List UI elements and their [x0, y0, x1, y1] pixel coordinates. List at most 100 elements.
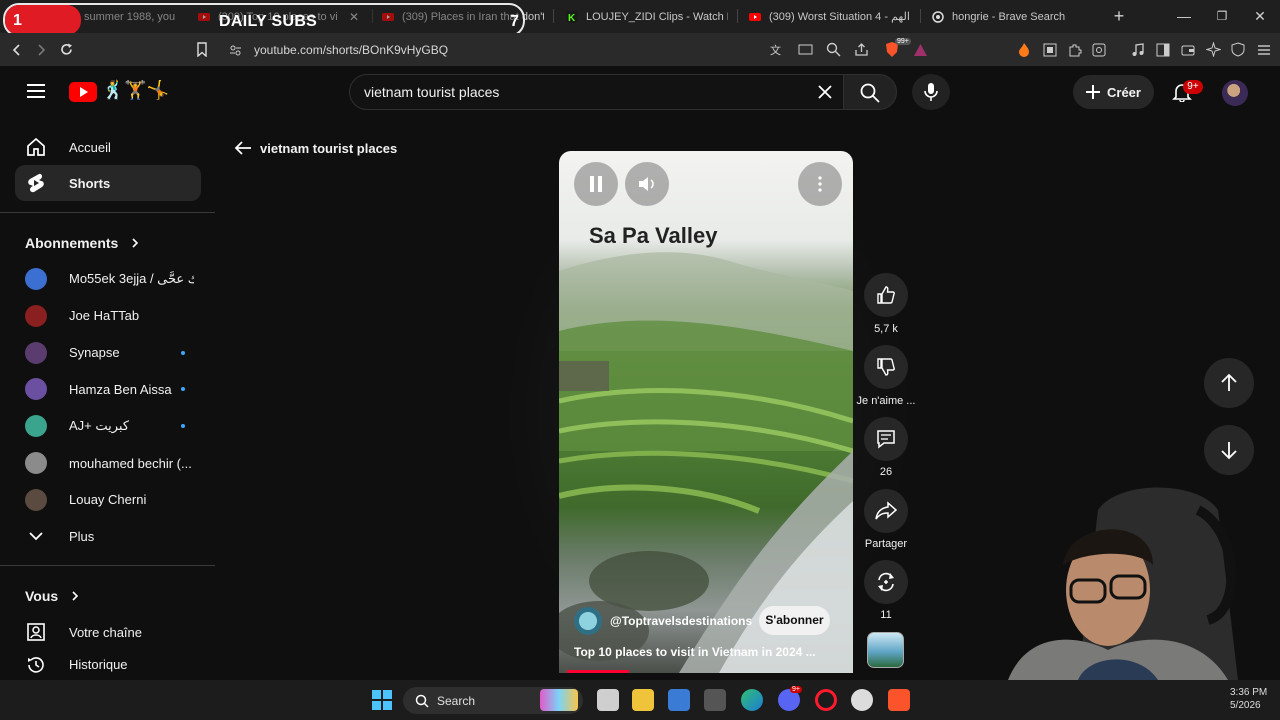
subscribe-button[interactable]: S'abonner — [759, 606, 830, 635]
site-settings-icon[interactable] — [229, 44, 242, 57]
next-short-button[interactable] — [1204, 425, 1254, 475]
app-icon[interactable] — [704, 689, 726, 711]
browser-tab[interactable]: (309) Worst Situation 4 - الهم — [749, 4, 911, 29]
task-view-icon[interactable] — [597, 689, 619, 711]
brave-browser-icon[interactable] — [888, 689, 910, 711]
create-button[interactable]: Créer — [1073, 75, 1154, 109]
previous-short-button[interactable] — [1204, 358, 1254, 408]
pause-button[interactable] — [574, 162, 618, 206]
sidebar-item-home[interactable]: Accueil — [15, 129, 201, 165]
opera-gx-icon[interactable] — [815, 689, 837, 711]
sidebar-item-label: Accueil — [69, 139, 111, 155]
clear-search-icon[interactable] — [817, 84, 833, 100]
browser-tab[interactable]: K LOUJEY_ZIDI Clips - Watch Live — [566, 4, 728, 29]
subscription-name: Joe HaTTab — [69, 308, 140, 324]
youtube-logo-icon[interactable] — [69, 82, 97, 102]
search-input[interactable]: vietnam tourist places — [364, 84, 499, 100]
microsoft-store-icon[interactable] — [668, 689, 690, 711]
channel-info[interactable]: @Toptravelsdestinations — [574, 607, 752, 635]
windows-start-icon[interactable] — [372, 690, 392, 710]
voice-search-button[interactable] — [912, 74, 950, 110]
browser-tab[interactable]: hongrie - Brave Search — [932, 4, 1092, 29]
edge-icon[interactable] — [741, 689, 763, 711]
channel-handle[interactable]: @Toptravelsdestinations — [610, 614, 752, 628]
sidebar-subscription-item[interactable]: Hamza Ben Aissa — [15, 371, 201, 407]
url-text[interactable]: youtube.com/shorts/BOnK9vHyGBQ — [254, 43, 448, 57]
sound-thumbnail[interactable] — [867, 632, 904, 668]
bookmark-icon[interactable] — [196, 42, 208, 57]
leo-ai-icon[interactable] — [1206, 42, 1221, 57]
subscriptions-heading[interactable]: Abonnements — [25, 235, 140, 251]
volume-button[interactable] — [625, 162, 669, 206]
sidebar-subscription-item[interactable]: mouhamed bechir (... — [15, 445, 201, 481]
chevron-right-icon — [132, 238, 139, 248]
sidebar-subscription-item[interactable]: Synapse — [15, 335, 201, 371]
tab-title: hongrie - Brave Search — [952, 10, 1066, 23]
account-avatar[interactable] — [1222, 80, 1248, 106]
sidebar-subscription-item[interactable]: Mo55ek 3ejja / مسيك عحَّى — [15, 261, 201, 297]
back-arrow-icon[interactable] — [10, 43, 24, 57]
sidebar-item-label: Plus — [69, 528, 95, 544]
channel-avatar — [25, 378, 47, 401]
minimize-button[interactable]: — — [1174, 6, 1194, 26]
screenshot-icon[interactable] — [1092, 43, 1106, 57]
hamburger-menu-icon[interactable] — [26, 83, 46, 99]
close-window-button[interactable]: ✕ — [1250, 6, 1270, 26]
sidebar-item-more[interactable]: Plus — [15, 518, 201, 554]
sidebar-subscription-item[interactable]: AJ+ كبريت — [15, 408, 201, 444]
zoom-icon[interactable] — [826, 42, 841, 57]
cast-icon[interactable] — [798, 43, 813, 57]
obs-icon[interactable] — [851, 689, 873, 711]
more-vertical-icon — [818, 176, 822, 192]
video-overlay-title: Sa Pa Valley — [589, 223, 718, 248]
new-content-dot — [181, 424, 185, 429]
system-clock[interactable]: 3:36 PM 5/2026 — [1230, 686, 1267, 712]
tab-divider — [920, 9, 921, 23]
maximize-button[interactable]: ❐ — [1212, 6, 1232, 26]
sidebar-subscription-item[interactable]: Louay Cherni — [15, 482, 201, 518]
translate-icon[interactable]: 文 — [770, 43, 784, 57]
search-icon — [415, 694, 429, 708]
comment-icon — [877, 430, 895, 449]
reload-icon[interactable] — [59, 42, 74, 57]
sidebar-subscription-item[interactable]: Joe HaTTab — [15, 298, 201, 334]
like-button[interactable] — [864, 273, 908, 317]
extension-fire-icon[interactable] — [1017, 42, 1031, 57]
taskbar-search-label: Search — [437, 693, 476, 708]
sidebar-item-your-channel[interactable]: Votre chaîne — [15, 614, 201, 650]
dislike-button[interactable] — [864, 345, 908, 389]
new-tab-button[interactable]: + — [1109, 6, 1129, 26]
more-options-button[interactable] — [798, 162, 842, 206]
wallet-icon[interactable] — [1181, 43, 1195, 57]
channel-avatar[interactable] — [574, 607, 602, 635]
share-page-icon[interactable] — [854, 42, 869, 57]
sidebar-item-history[interactable]: Historique — [15, 651, 201, 678]
you-heading-label: Vous — [25, 588, 59, 604]
share-button[interactable] — [864, 489, 908, 533]
sidebar-item-shorts[interactable]: Shorts — [15, 165, 201, 201]
subscription-name: Louay Cherni — [69, 492, 147, 508]
tab-title: (309) Worst Situation 4 - الهم — [769, 11, 910, 23]
you-heading[interactable]: Vous — [25, 588, 80, 604]
brave-search-favicon-icon — [932, 10, 944, 23]
clock-time: 3:36 PM — [1230, 687, 1268, 698]
vpn-shield-icon[interactable] — [1231, 42, 1245, 57]
remix-button[interactable] — [864, 560, 908, 604]
svg-text:文: 文 — [770, 43, 781, 57]
forward-arrow-icon[interactable] — [34, 43, 48, 57]
logo-doodle[interactable]: 🕺🏋️🤸 — [102, 80, 169, 101]
tab-divider — [553, 9, 554, 23]
extensions-puzzle-icon[interactable] — [1068, 43, 1082, 57]
sidebar-toggle-icon[interactable] — [1156, 43, 1170, 57]
media-music-icon[interactable] — [1131, 43, 1145, 57]
video-caption[interactable]: Top 10 places to visit in Vietnam in 202… — [574, 645, 816, 659]
search-button[interactable] — [843, 74, 897, 110]
brave-rewards-icon[interactable] — [913, 43, 928, 57]
pause-icon — [590, 176, 602, 192]
comments-button[interactable] — [864, 417, 908, 461]
video-progress-bar[interactable] — [567, 670, 629, 673]
extension-box-icon[interactable] — [1043, 43, 1057, 57]
browser-menu-icon[interactable] — [1257, 43, 1271, 57]
file-explorer-icon[interactable] — [632, 689, 654, 711]
back-to-search-link[interactable]: vietnam tourist places — [234, 140, 397, 156]
